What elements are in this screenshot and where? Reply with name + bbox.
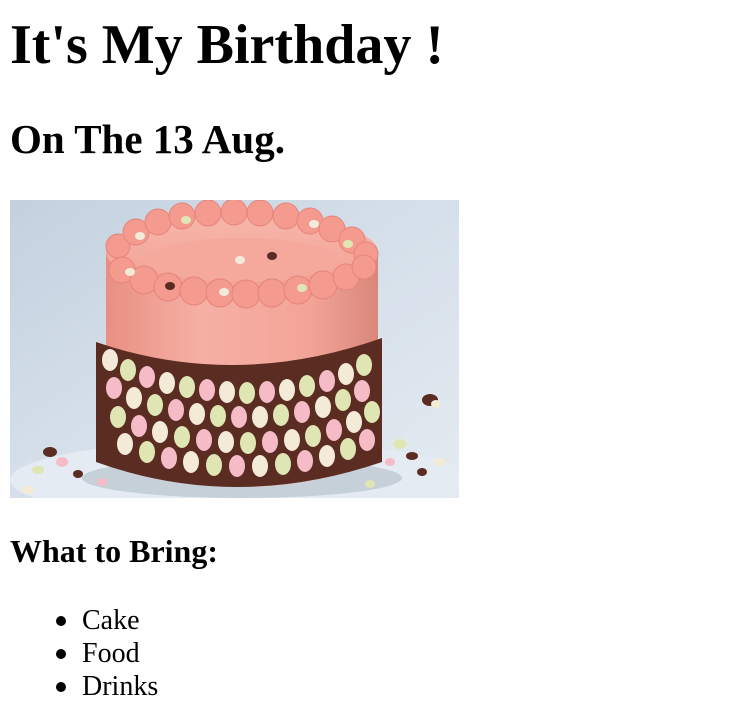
list-item-label: Food <box>82 638 140 669</box>
bullet-icon <box>56 616 66 626</box>
cake-image <box>10 200 459 498</box>
list-item-label: Drinks <box>82 671 159 702</box>
bullet-icon <box>56 649 66 659</box>
list-item-label: Cake <box>82 605 140 636</box>
bullet-icon <box>56 682 66 692</box>
list-item: Drinks <box>56 670 158 703</box>
list-item: Cake <box>56 604 158 637</box>
bring-heading: What to Bring: <box>10 533 218 569</box>
list-item: Food <box>56 637 158 670</box>
page-title: It's My Birthday ! <box>10 14 444 76</box>
date-heading: On The 13 Aug. <box>10 116 285 162</box>
bring-list: Cake Food Drinks <box>56 604 158 703</box>
